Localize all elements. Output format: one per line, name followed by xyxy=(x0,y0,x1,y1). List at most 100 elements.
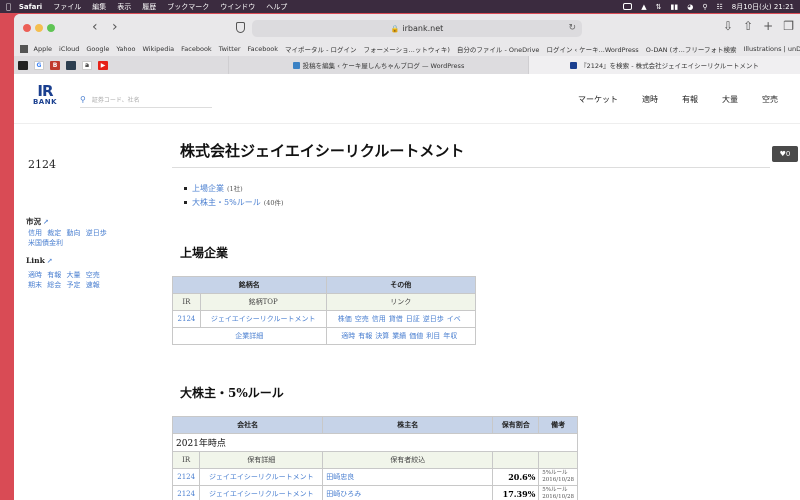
sidebar-link-heading[interactable]: Link ↗ xyxy=(26,256,53,265)
bookmark-item[interactable]: Apple xyxy=(34,45,53,53)
tab-overview-icon[interactable]: ❐ xyxy=(783,19,794,33)
bookmark-item[interactable]: ログイン ‹ ケーキ...WordPress xyxy=(546,44,638,54)
sidebar-link[interactable]: 予定 xyxy=(66,281,80,289)
holder-link[interactable]: 田崎忠良 xyxy=(322,468,494,486)
tab-irbank[interactable]: 『2124』を検索 - 株式会社ジェイエイシーリクルートメント xyxy=(528,56,800,74)
sidebar-link[interactable]: 総会 xyxy=(47,281,61,289)
sidebar-link[interactable]: 裁定 xyxy=(47,229,61,237)
screen-icon[interactable] xyxy=(623,3,633,10)
bookmark-item[interactable]: Yahoo xyxy=(116,45,135,53)
clock[interactable]: 8月10日(火) 21:21 xyxy=(732,2,794,12)
grid-icon[interactable] xyxy=(20,45,28,53)
bookmark-item[interactable]: フォーメーショ...ットウィキ) xyxy=(364,44,450,54)
sidebar-link[interactable]: 逆日歩 xyxy=(86,229,107,237)
company-link[interactable]: ジェイエイシーリクルートメント xyxy=(199,310,327,328)
sidebar-link[interactable]: 大量 xyxy=(66,271,80,279)
quick-link[interactable]: 株価 xyxy=(338,315,352,323)
detail-link[interactable]: 年収 xyxy=(443,332,457,340)
nav-short-sell[interactable]: 空売 xyxy=(762,94,778,105)
sidebar-link[interactable]: 適時 xyxy=(28,271,42,279)
pinned-tab-icon[interactable] xyxy=(18,60,28,70)
control-center-icon[interactable]: ☷ xyxy=(716,3,722,11)
sidebar-link[interactable]: 有報 xyxy=(47,271,61,279)
sidebar-link[interactable]: 信用 xyxy=(28,229,42,237)
sidebar-link[interactable]: 期末 xyxy=(28,281,42,289)
apple-icon[interactable]:  xyxy=(6,2,11,11)
quick-link[interactable]: 逆日歩 xyxy=(423,315,444,323)
nav-timely[interactable]: 適時 xyxy=(642,94,658,105)
ir-link[interactable]: 2124 xyxy=(171,468,201,486)
company-link[interactable]: ジェイエイシーリクルートメント xyxy=(199,468,324,486)
nav-yuho[interactable]: 有報 xyxy=(682,94,698,105)
ir-link[interactable]: 2124 xyxy=(171,485,201,500)
menu-file[interactable]: ファイル xyxy=(53,2,81,12)
company-link[interactable]: ジェイエイシーリクルートメント xyxy=(199,485,324,500)
address-bar[interactable]: 🔒 irbank.net ↻ xyxy=(252,20,582,37)
forward-button[interactable]: › xyxy=(112,19,118,35)
irbank-logo[interactable]: IR BANK xyxy=(32,84,58,114)
battery-icon[interactable]: ▮▮ xyxy=(671,3,679,11)
link-holders[interactable]: 大株主・5%ルール xyxy=(192,198,261,207)
menu-window[interactable]: ウインドウ xyxy=(220,2,255,12)
minimize-window-button[interactable] xyxy=(35,24,43,32)
back-button[interactable]: ‹ xyxy=(92,19,98,35)
menu-history[interactable]: 履歴 xyxy=(142,2,156,12)
menu-app[interactable]: Safari xyxy=(19,3,42,11)
google-icon[interactable]: G xyxy=(34,60,44,70)
new-tab-icon[interactable]: + xyxy=(763,19,773,33)
detail-link[interactable]: 適時 xyxy=(341,332,355,340)
reload-icon[interactable]: ↻ xyxy=(568,23,576,33)
bookmark-item[interactable]: マイポータル - ログイン xyxy=(285,44,356,54)
pinned-tab-icon[interactable] xyxy=(66,60,76,70)
detail-link[interactable]: 業績 xyxy=(392,332,406,340)
nav-large-holding[interactable]: 大量 xyxy=(722,94,738,105)
sidebar-link[interactable]: 速報 xyxy=(86,281,100,289)
bookmark-item[interactable]: Facebook xyxy=(181,45,212,53)
bookmark-item[interactable]: O-DAN (オ...フリーフォト検索 xyxy=(646,44,737,54)
quick-link[interactable]: 日証 xyxy=(406,315,420,323)
holder-link[interactable]: 田崎ひろみ xyxy=(322,485,494,500)
share-icon[interactable]: ⇧ xyxy=(743,19,753,33)
bluetooth-icon[interactable]: ⇅ xyxy=(656,3,662,11)
menu-help[interactable]: ヘルプ xyxy=(266,2,287,12)
detail-link[interactable]: 利目 xyxy=(426,332,440,340)
sidebar-link[interactable]: 米国債金利 xyxy=(28,239,63,247)
download-icon[interactable]: ⇩ xyxy=(723,19,733,33)
bookmark-item[interactable]: Twitter xyxy=(219,45,241,53)
company-detail-link[interactable]: 企業詳細 xyxy=(172,327,327,345)
detail-link[interactable]: 決算 xyxy=(375,332,389,340)
youtube-icon[interactable]: ▶ xyxy=(98,60,108,70)
bookmark-item[interactable]: Illustrations | unDraw xyxy=(743,45,800,53)
sidebar-link[interactable]: 空売 xyxy=(86,271,100,279)
tab-wordpress[interactable]: 投稿を編集 ‹ ケーキ屋しんちゃんブログ — WordPress xyxy=(228,56,528,74)
quick-link[interactable]: 空売 xyxy=(355,315,369,323)
nav-market[interactable]: マーケット xyxy=(578,94,618,105)
search-input[interactable]: ⚲ 証券コード、社名 xyxy=(80,92,212,108)
privacy-shield-icon[interactable] xyxy=(236,22,245,33)
bookmark-item[interactable]: 自分のファイル - OneDrive xyxy=(457,44,540,54)
quick-link[interactable]: 信用 xyxy=(372,315,386,323)
bookmark-item[interactable]: Facebook xyxy=(248,45,279,53)
detail-link[interactable]: 有報 xyxy=(358,332,372,340)
bookmark-item[interactable]: Wikipedia xyxy=(142,45,174,53)
menu-edit[interactable]: 編集 xyxy=(92,2,106,12)
volume-icon[interactable]: ▲ xyxy=(641,3,646,11)
quick-link[interactable]: 貸借 xyxy=(389,315,403,323)
quick-link[interactable]: イベ xyxy=(447,315,461,323)
amazon-icon[interactable]: a xyxy=(82,60,92,70)
menu-view[interactable]: 表示 xyxy=(117,2,131,12)
ir-link[interactable]: 2124 xyxy=(172,310,201,328)
close-window-button[interactable] xyxy=(23,24,31,32)
wifi-icon[interactable]: ◕ xyxy=(687,3,693,11)
bookmark-item[interactable]: iCloud xyxy=(59,45,79,53)
favorite-button[interactable]: ♥ 0 xyxy=(772,146,798,162)
zoom-window-button[interactable] xyxy=(47,24,55,32)
sidebar-link[interactable]: 動向 xyxy=(66,229,80,237)
pinned-tab-icon[interactable]: B xyxy=(50,60,60,70)
detail-link[interactable]: 価値 xyxy=(409,332,423,340)
link-listed[interactable]: 上場企業 xyxy=(192,184,224,193)
menu-bookmarks[interactable]: ブックマーク xyxy=(167,2,209,12)
bookmark-item[interactable]: Google xyxy=(86,45,109,53)
search-icon[interactable]: ⚲ xyxy=(702,3,707,11)
sidebar-market-heading[interactable]: 市況 ↗ xyxy=(26,216,49,227)
